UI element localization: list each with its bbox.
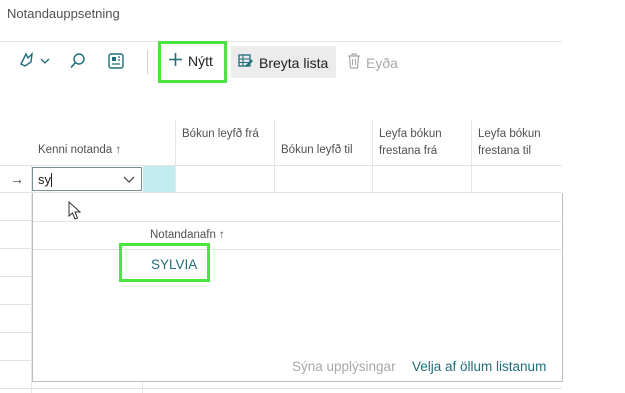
lookup-header-divider <box>33 249 561 250</box>
row-divider <box>0 360 31 361</box>
title-divider <box>0 41 562 42</box>
row-divider <box>0 332 31 333</box>
grid-line <box>372 120 373 192</box>
chevron-down-icon <box>39 54 51 72</box>
page-title: Notandauppsetning <box>7 6 120 21</box>
row-indicator-arrow-icon: → <box>10 171 24 187</box>
toolbar-separator <box>147 50 148 74</box>
grid-line <box>274 120 275 192</box>
header-divider <box>0 165 562 166</box>
column-header-user-id[interactable]: Kenni notanda ↑ <box>38 142 121 159</box>
layout-button[interactable] <box>107 52 125 75</box>
analyze-icon <box>17 50 37 75</box>
show-details-link[interactable]: Sýna upplýsingar <box>292 359 396 374</box>
column-header-deferral-from[interactable]: Leyfa bókun frestana frá <box>379 126 459 160</box>
column-header-posting-from[interactable]: Bókun leyfð frá <box>182 126 262 143</box>
new-button[interactable]: Nýtt <box>168 52 213 70</box>
delete-button[interactable]: Eyða <box>347 53 398 72</box>
column-header-posting-to[interactable]: Bókun leyfð til <box>281 142 353 159</box>
grid-line <box>142 381 143 393</box>
text-cursor <box>51 173 52 187</box>
trash-icon <box>347 53 361 72</box>
edit-list-label: Breyta lista <box>259 54 329 71</box>
search-icon <box>69 53 87 74</box>
row-divider <box>0 304 31 305</box>
plus-icon <box>168 52 183 70</box>
delete-label: Eyða <box>366 54 398 71</box>
row-divider <box>0 388 562 389</box>
lookup-top-divider <box>33 221 561 222</box>
layout-icon <box>107 53 125 74</box>
user-id-input-value: sy <box>38 172 51 187</box>
select-from-full-list-link[interactable]: Velja af öllum listanum <box>412 359 546 374</box>
row-divider <box>0 248 31 249</box>
mouse-pointer-icon <box>68 200 82 226</box>
edit-list-button[interactable]: Breyta lista <box>238 53 328 72</box>
new-button-label: Nýtt <box>188 53 213 69</box>
column-header-deferral-to[interactable]: Leyfa bókun frestana til <box>478 126 558 160</box>
row-divider <box>0 220 31 221</box>
selected-cell <box>143 166 175 192</box>
dropdown-chevron-icon[interactable] <box>122 173 136 191</box>
grid-line <box>471 120 472 192</box>
search-button[interactable] <box>69 52 87 75</box>
row-divider <box>0 276 31 277</box>
lookup-column-header-username[interactable]: Notandanafn ↑ <box>150 227 225 244</box>
edit-list-icon <box>238 53 254 72</box>
lookup-item-sylvia[interactable]: SYLVIA <box>151 257 197 272</box>
analyze-menu-button[interactable] <box>17 50 51 75</box>
grid-line <box>175 120 176 192</box>
